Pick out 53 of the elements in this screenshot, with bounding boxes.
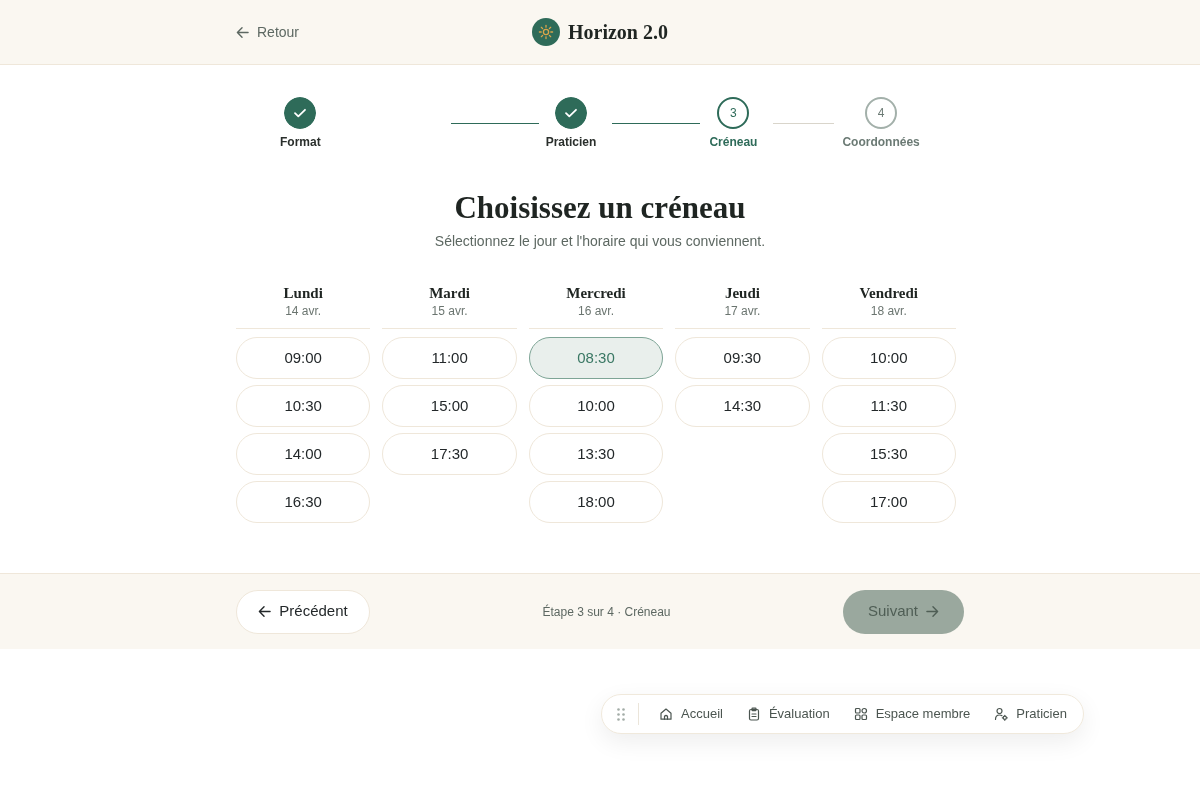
drag-handle-icon[interactable] — [617, 707, 625, 721]
nav-link[interactable]: Accueil — [647, 704, 735, 724]
step-progress-text: Étape 3 sur 4 · Créneau — [542, 603, 671, 621]
time-slot-button[interactable]: 17:00 — [821, 481, 956, 523]
grid-icon — [853, 707, 868, 721]
time-slot-button[interactable]: 16:30 — [236, 481, 371, 523]
back-link[interactable]: Retour — [236, 21, 300, 43]
day-name: Vendredi — [858, 284, 919, 303]
page-title: Choisissez un créneau — [453, 190, 747, 226]
arrow-left-icon — [236, 25, 249, 39]
nav-link[interactable]: Praticien — [982, 704, 1079, 724]
nav-link[interactable]: Espace membre — [841, 704, 983, 724]
time-slot-button[interactable]: 15:30 — [821, 433, 956, 475]
step-number: 4 — [865, 97, 898, 129]
user-gear-icon — [994, 707, 1009, 721]
day-name: Mercredi — [565, 284, 627, 303]
time-slot-button[interactable]: 09:00 — [236, 337, 371, 379]
step-label: Format — [280, 134, 321, 150]
time-slot-button[interactable]: 14:30 — [675, 385, 810, 427]
time-slot-button[interactable]: 09:30 — [675, 337, 810, 379]
time-slot-button[interactable]: 11:00 — [382, 337, 517, 379]
time-slot-button[interactable]: 11:30 — [821, 385, 956, 427]
home-icon — [659, 707, 673, 721]
day-date: 17 avr. — [723, 303, 762, 319]
step-label: Créneau — [709, 134, 758, 150]
step-number: 3 — [717, 97, 750, 129]
step-label: Coordonnées — [842, 134, 920, 150]
sun-logo-icon — [532, 18, 560, 46]
time-slot-button[interactable]: 14:00 — [236, 433, 371, 475]
step-label: Praticien — [545, 134, 597, 150]
time-slot-button[interactable]: 08:30 — [528, 337, 664, 379]
day-name: Lundi — [282, 284, 324, 303]
time-slot-button[interactable]: 10:00 — [528, 385, 664, 427]
time-slot-button[interactable]: 18:00 — [528, 481, 664, 523]
clipboard-icon — [746, 707, 761, 721]
time-slot-button[interactable]: 10:30 — [236, 385, 371, 427]
arrow-left-icon — [258, 605, 272, 618]
previous-button[interactable]: Précédent — [236, 589, 370, 634]
time-slot-button[interactable]: 15:00 — [382, 385, 517, 427]
step-connector — [773, 123, 835, 124]
day-name: Jeudi — [723, 284, 761, 303]
time-slot-button[interactable]: 13:30 — [528, 433, 664, 475]
page-subtitle: Sélectionnez le jour et l'horaire qui vous conviennent. — [433, 232, 767, 251]
time-slot-button[interactable]: 17:30 — [382, 433, 517, 475]
nav-link[interactable]: Évaluation — [734, 704, 842, 724]
arrow-right-icon — [926, 605, 939, 618]
day-date: 15 avr. — [430, 303, 469, 319]
day-date: 16 avr. — [576, 303, 615, 319]
day-date: 14 avr. — [284, 303, 323, 319]
day-date: 18 avr. — [869, 303, 908, 319]
time-slot-button[interactable]: 10:00 — [821, 337, 956, 379]
day-name: Mardi — [428, 284, 471, 303]
brand-name: Horizon 2.0 — [568, 20, 668, 45]
